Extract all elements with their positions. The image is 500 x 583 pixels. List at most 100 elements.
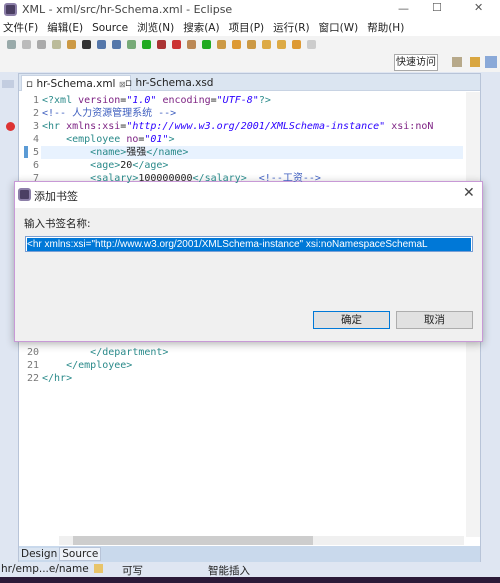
toolbar-button-icon[interactable] bbox=[22, 40, 31, 49]
restore-icon[interactable] bbox=[2, 80, 14, 88]
ok-button[interactable]: 确定 bbox=[313, 311, 390, 329]
menu-item[interactable]: 编辑(E) bbox=[47, 20, 83, 36]
menu-item[interactable]: 项目(P) bbox=[229, 20, 265, 36]
line-number: 6 bbox=[32, 160, 39, 171]
code-line: 20 </department> bbox=[19, 346, 464, 359]
tab-hr-schema-xsd[interactable]: ▫ hr-Schema.xsd bbox=[121, 75, 217, 91]
line-number: 5 bbox=[32, 147, 39, 158]
xml-file-icon: ▫ bbox=[26, 78, 34, 90]
status-bar: hr/emp...e/name 可写 智能插入 bbox=[0, 562, 500, 577]
line-text: <hr xmlns:xsi="http://www.w3.org/2001/XM… bbox=[42, 121, 434, 132]
code-line: 1 <?xml version="1.0" encoding="UTF-8"?> bbox=[19, 94, 464, 107]
status-icon bbox=[94, 564, 103, 573]
bookmark-name-input[interactable]: <hr xmlns:xsi="http://www.w3.org/2001/XM… bbox=[25, 236, 473, 252]
toolbar-button-icon[interactable] bbox=[97, 40, 106, 49]
add-bookmark-dialog: 添加书签 ✕ 输入书签名称: <hr xmlns:xsi="http://www… bbox=[14, 181, 483, 342]
open-perspective-icon[interactable] bbox=[452, 57, 462, 67]
line-number: 21 bbox=[26, 360, 39, 371]
code-line: 6 <age>20</age> bbox=[19, 159, 464, 172]
toolbar-button-icon[interactable] bbox=[82, 40, 91, 49]
toolbar-button-icon[interactable] bbox=[202, 40, 211, 49]
menu-item[interactable]: 窗口(W) bbox=[319, 20, 359, 36]
tab-design[interactable]: Design bbox=[19, 548, 60, 560]
code-lines-top[interactable]: 1 <?xml version="1.0" encoding="UTF-8"?> 2… bbox=[19, 94, 464, 185]
bookmark-name-label: 输入书签名称: bbox=[24, 218, 91, 230]
toolbar-button-icon[interactable] bbox=[262, 40, 271, 49]
toolbar-button-icon[interactable] bbox=[217, 40, 226, 49]
toolbar-button-icon[interactable] bbox=[307, 40, 316, 49]
line-text: </department> bbox=[90, 347, 169, 358]
line-number: 1 bbox=[32, 95, 39, 106]
scrollbar-thumb[interactable] bbox=[73, 536, 313, 545]
line-text: </employee> bbox=[66, 360, 133, 371]
toolbar-button-icon[interactable] bbox=[277, 40, 286, 49]
xml-perspective-icon[interactable] bbox=[485, 56, 497, 68]
toolbar-button-icon[interactable] bbox=[127, 40, 136, 49]
toolbar-button-icon[interactable] bbox=[37, 40, 46, 49]
quick-access-input[interactable]: 快速访问 bbox=[394, 54, 438, 71]
close-button[interactable]: ✕ bbox=[474, 1, 483, 14]
toolbar-button-icon[interactable] bbox=[157, 40, 166, 49]
java-ee-perspective-icon[interactable] bbox=[470, 57, 480, 67]
line-number: 4 bbox=[32, 134, 39, 145]
status-writable: 可写 bbox=[122, 565, 143, 577]
tab-source[interactable]: Source bbox=[59, 547, 102, 561]
dialog-close-button[interactable]: ✕ bbox=[463, 185, 475, 201]
line-text: <!-- 人力资源管理系统 --> bbox=[42, 108, 177, 119]
cancel-button[interactable]: 取消 bbox=[396, 311, 473, 329]
eclipse-icon bbox=[18, 188, 31, 201]
title-bar: XML - xml/src/hr-Schema.xml - Eclipse — … bbox=[0, 0, 500, 20]
toolbar-button-icon[interactable] bbox=[67, 40, 76, 49]
menu-item[interactable]: 浏览(N) bbox=[137, 20, 174, 36]
toolbar-button-icon[interactable] bbox=[172, 40, 181, 49]
maximize-button[interactable]: ☐ bbox=[432, 1, 442, 14]
line-text: <age>20</age> bbox=[90, 160, 169, 171]
code-line: 5 <name>强强</name> bbox=[19, 146, 464, 159]
line-text: <salary>100000000</salary> <!--工资--> bbox=[90, 173, 321, 184]
window-title: XML - xml/src/hr-Schema.xml - Eclipse bbox=[22, 3, 233, 16]
menu-item[interactable]: 文件(F) bbox=[3, 20, 38, 36]
tab-hr-schema-xml[interactable]: ▫ hr-Schema.xml ⊠ bbox=[21, 75, 131, 91]
toolbar-button-icon[interactable] bbox=[247, 40, 256, 49]
xsd-file-icon: ▫ bbox=[125, 77, 133, 89]
toolbar-button-icon[interactable] bbox=[187, 40, 196, 49]
line-number: 22 bbox=[26, 373, 39, 384]
eclipse-icon bbox=[4, 3, 17, 16]
dialog-title: 添加书签 bbox=[34, 190, 78, 203]
menu-bar: 文件(F) 编辑(E) Source 浏览(N) 搜索(A) 项目(P) 运行(R) 窗口(W… bbox=[0, 20, 500, 36]
line-text: <name>强强</name> bbox=[90, 147, 189, 158]
minimize-button[interactable]: — bbox=[398, 2, 409, 15]
editor-tabs: ▫ hr-Schema.xml ⊠ ▫ hr-Schema.xsd bbox=[19, 74, 480, 91]
code-line: 3 <hr xmlns:xsi="http://www.w3.org/2001/X… bbox=[19, 120, 464, 133]
menu-item[interactable]: Source bbox=[92, 20, 128, 36]
menu-item[interactable]: 运行(R) bbox=[273, 20, 310, 36]
toolbar-button-icon[interactable] bbox=[232, 40, 241, 49]
code-line: 4 <employee no="01"> bbox=[19, 133, 464, 146]
line-text: <?xml version="1.0" encoding="UTF-8"?> bbox=[42, 95, 271, 106]
line-number: 7 bbox=[32, 173, 39, 184]
code-line: 21 </employee> bbox=[19, 359, 464, 372]
line-number: 20 bbox=[26, 347, 39, 358]
code-line: 2 <!-- 人力资源管理系统 --> bbox=[19, 107, 464, 120]
toolbar-button-icon[interactable] bbox=[292, 40, 301, 49]
status-insert-mode: 智能插入 bbox=[208, 565, 250, 577]
menu-item[interactable]: 搜索(A) bbox=[183, 20, 219, 36]
menu-item[interactable]: 帮助(H) bbox=[367, 20, 404, 36]
status-path: hr/emp...e/name bbox=[1, 563, 89, 575]
toolbar-button-icon[interactable] bbox=[7, 40, 16, 49]
dialog-title-bar: 添加书签 ✕ bbox=[15, 182, 482, 208]
code-line: 7 <salary>100000000</salary> <!--工资--> bbox=[19, 172, 464, 185]
taskbar bbox=[0, 577, 500, 583]
toolbar-button-icon[interactable] bbox=[142, 40, 151, 49]
toolbar-button-icon[interactable] bbox=[52, 40, 61, 49]
horizontal-scrollbar[interactable] bbox=[59, 536, 464, 545]
code-line: 22 </hr> bbox=[19, 372, 464, 385]
bottom-tabs: Design Source bbox=[19, 546, 480, 562]
right-trim bbox=[484, 80, 496, 280]
toolbar-button-icon[interactable] bbox=[112, 40, 121, 49]
error-icon bbox=[6, 122, 15, 131]
line-number: 3 bbox=[32, 121, 39, 132]
line-number: 2 bbox=[32, 108, 39, 119]
line-text: <employee no="01"> bbox=[66, 134, 175, 145]
code-lines-bottom[interactable]: 20 </department> 21 </employee> 22 </hr> bbox=[19, 346, 464, 385]
